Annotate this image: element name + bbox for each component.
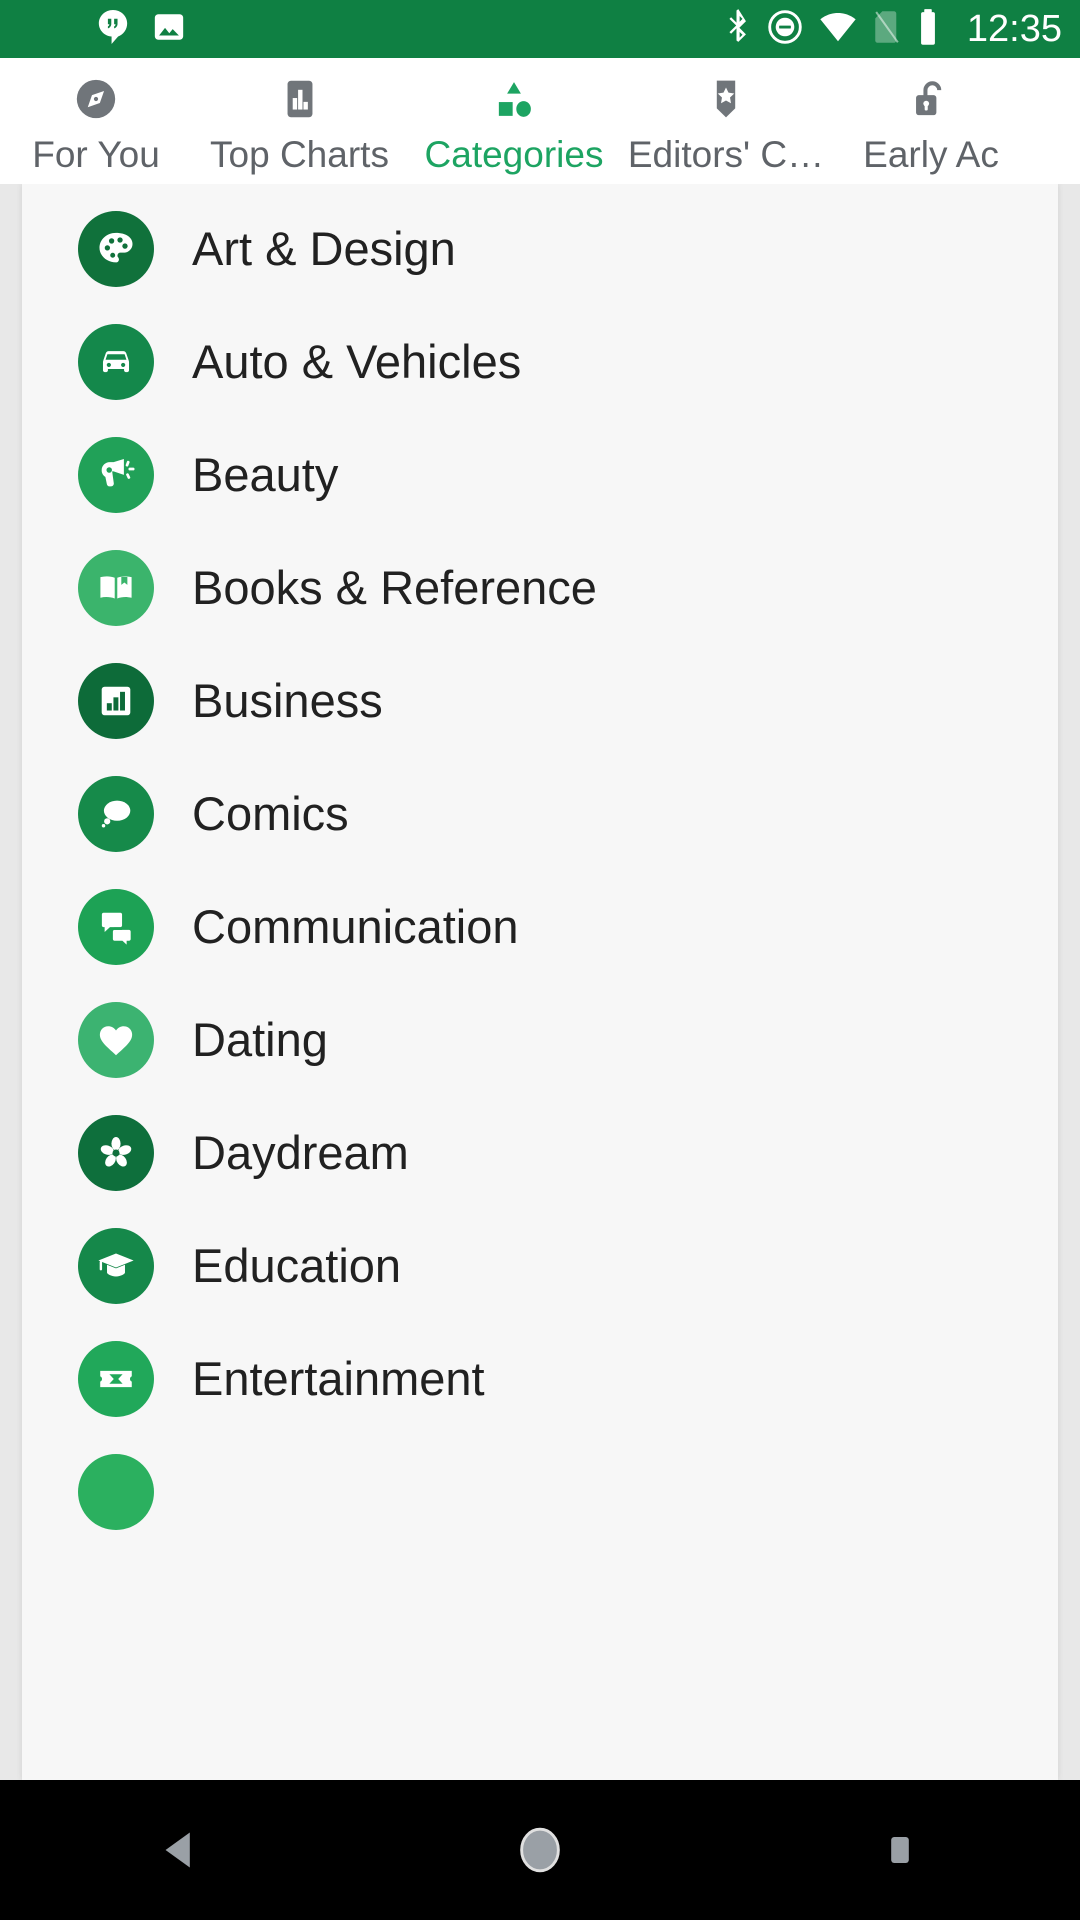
categories-scroll-area[interactable]: Art & Design Auto & Vehicles Beauty Book…	[0, 184, 1080, 1780]
tab-label-top-charts: Top Charts	[210, 134, 389, 175]
hair-dryer-icon	[78, 436, 154, 513]
tab-early-access[interactable]: Early Ac	[831, 58, 1031, 184]
category-icon	[78, 1453, 154, 1530]
list-item-label: Business	[192, 674, 383, 727]
back-button[interactable]	[120, 1790, 240, 1910]
pinwheel-icon	[78, 1114, 154, 1191]
tab-label-for-you: For You	[32, 134, 160, 175]
compass-icon	[73, 76, 119, 122]
categories-list: Art & Design Auto & Vehicles Beauty Book…	[22, 184, 1058, 1548]
photo-icon	[152, 10, 186, 49]
status-bar: 12:35	[0, 0, 1080, 58]
thought-bubble-icon	[78, 775, 154, 852]
no-sim-icon	[873, 10, 901, 49]
clock: 12:35	[966, 8, 1062, 50]
tab-categories[interactable]: Categories	[407, 58, 621, 184]
list-item[interactable]: Auto & Vehicles	[22, 305, 1058, 418]
badge-star-icon	[703, 76, 749, 122]
android-navigation-bar	[0, 1780, 1080, 1920]
recents-button[interactable]	[840, 1790, 960, 1910]
list-item[interactable]: Education	[22, 1209, 1058, 1322]
list-item-label: Daydream	[192, 1126, 409, 1179]
hangouts-icon	[96, 8, 130, 51]
car-icon	[78, 323, 154, 400]
list-item[interactable]: Dating	[22, 983, 1058, 1096]
tab-bar: For You Top Charts Categories Editors' C…	[0, 58, 1080, 184]
list-item-label: Dating	[192, 1013, 328, 1066]
bluetooth-icon	[725, 8, 751, 50]
chat-bubbles-icon	[78, 888, 154, 965]
list-item-label: Auto & Vehicles	[192, 335, 522, 388]
graduation-cap-icon	[78, 1227, 154, 1304]
tab-label-editors-choice: Editors' C…	[627, 134, 825, 175]
list-item-label: Education	[192, 1239, 402, 1292]
palette-icon	[78, 210, 154, 287]
bar-chart-icon	[78, 662, 154, 739]
list-item[interactable]: Business	[22, 644, 1058, 757]
tab-label-categories: Categories	[424, 134, 604, 175]
list-item-label: Entertainment	[192, 1352, 485, 1405]
list-item[interactable]: Books & Reference	[22, 531, 1058, 644]
categories-card: Art & Design Auto & Vehicles Beauty Book…	[22, 184, 1058, 1780]
home-button[interactable]	[480, 1790, 600, 1910]
list-item[interactable]: Beauty	[22, 418, 1058, 531]
list-item-label: Art & Design	[192, 222, 456, 275]
status-bar-system-icons: 12:35	[725, 8, 1062, 51]
tab-top-charts[interactable]: Top Charts	[192, 58, 407, 184]
list-item[interactable]: Art & Design	[22, 192, 1058, 305]
bar-chart-icon	[277, 76, 323, 122]
list-item-label: Books & Reference	[192, 561, 597, 614]
tab-editors-choice[interactable]: Editors' C…	[621, 58, 831, 184]
open-lock-icon	[908, 76, 954, 122]
list-item-label: Beauty	[192, 448, 339, 501]
list-item-label: Comics	[192, 787, 349, 840]
do-not-disturb-icon	[767, 9, 803, 50]
status-bar-notifications	[96, 8, 186, 51]
list-item-label: Communication	[192, 900, 519, 953]
list-item[interactable]: Daydream	[22, 1096, 1058, 1209]
tab-label-early-access: Early Ac	[863, 134, 999, 175]
list-item[interactable]: Entertainment	[22, 1322, 1058, 1435]
open-book-icon	[78, 549, 154, 626]
tab-for-you[interactable]: For You	[0, 58, 192, 184]
list-item[interactable]: Communication	[22, 870, 1058, 983]
list-item[interactable]	[22, 1435, 1058, 1548]
list-item[interactable]: Comics	[22, 757, 1058, 870]
shapes-icon	[491, 76, 537, 122]
ticket-icon	[78, 1340, 154, 1417]
battery-icon	[917, 8, 939, 51]
wifi-icon	[819, 12, 857, 47]
heart-icon	[78, 1001, 154, 1078]
